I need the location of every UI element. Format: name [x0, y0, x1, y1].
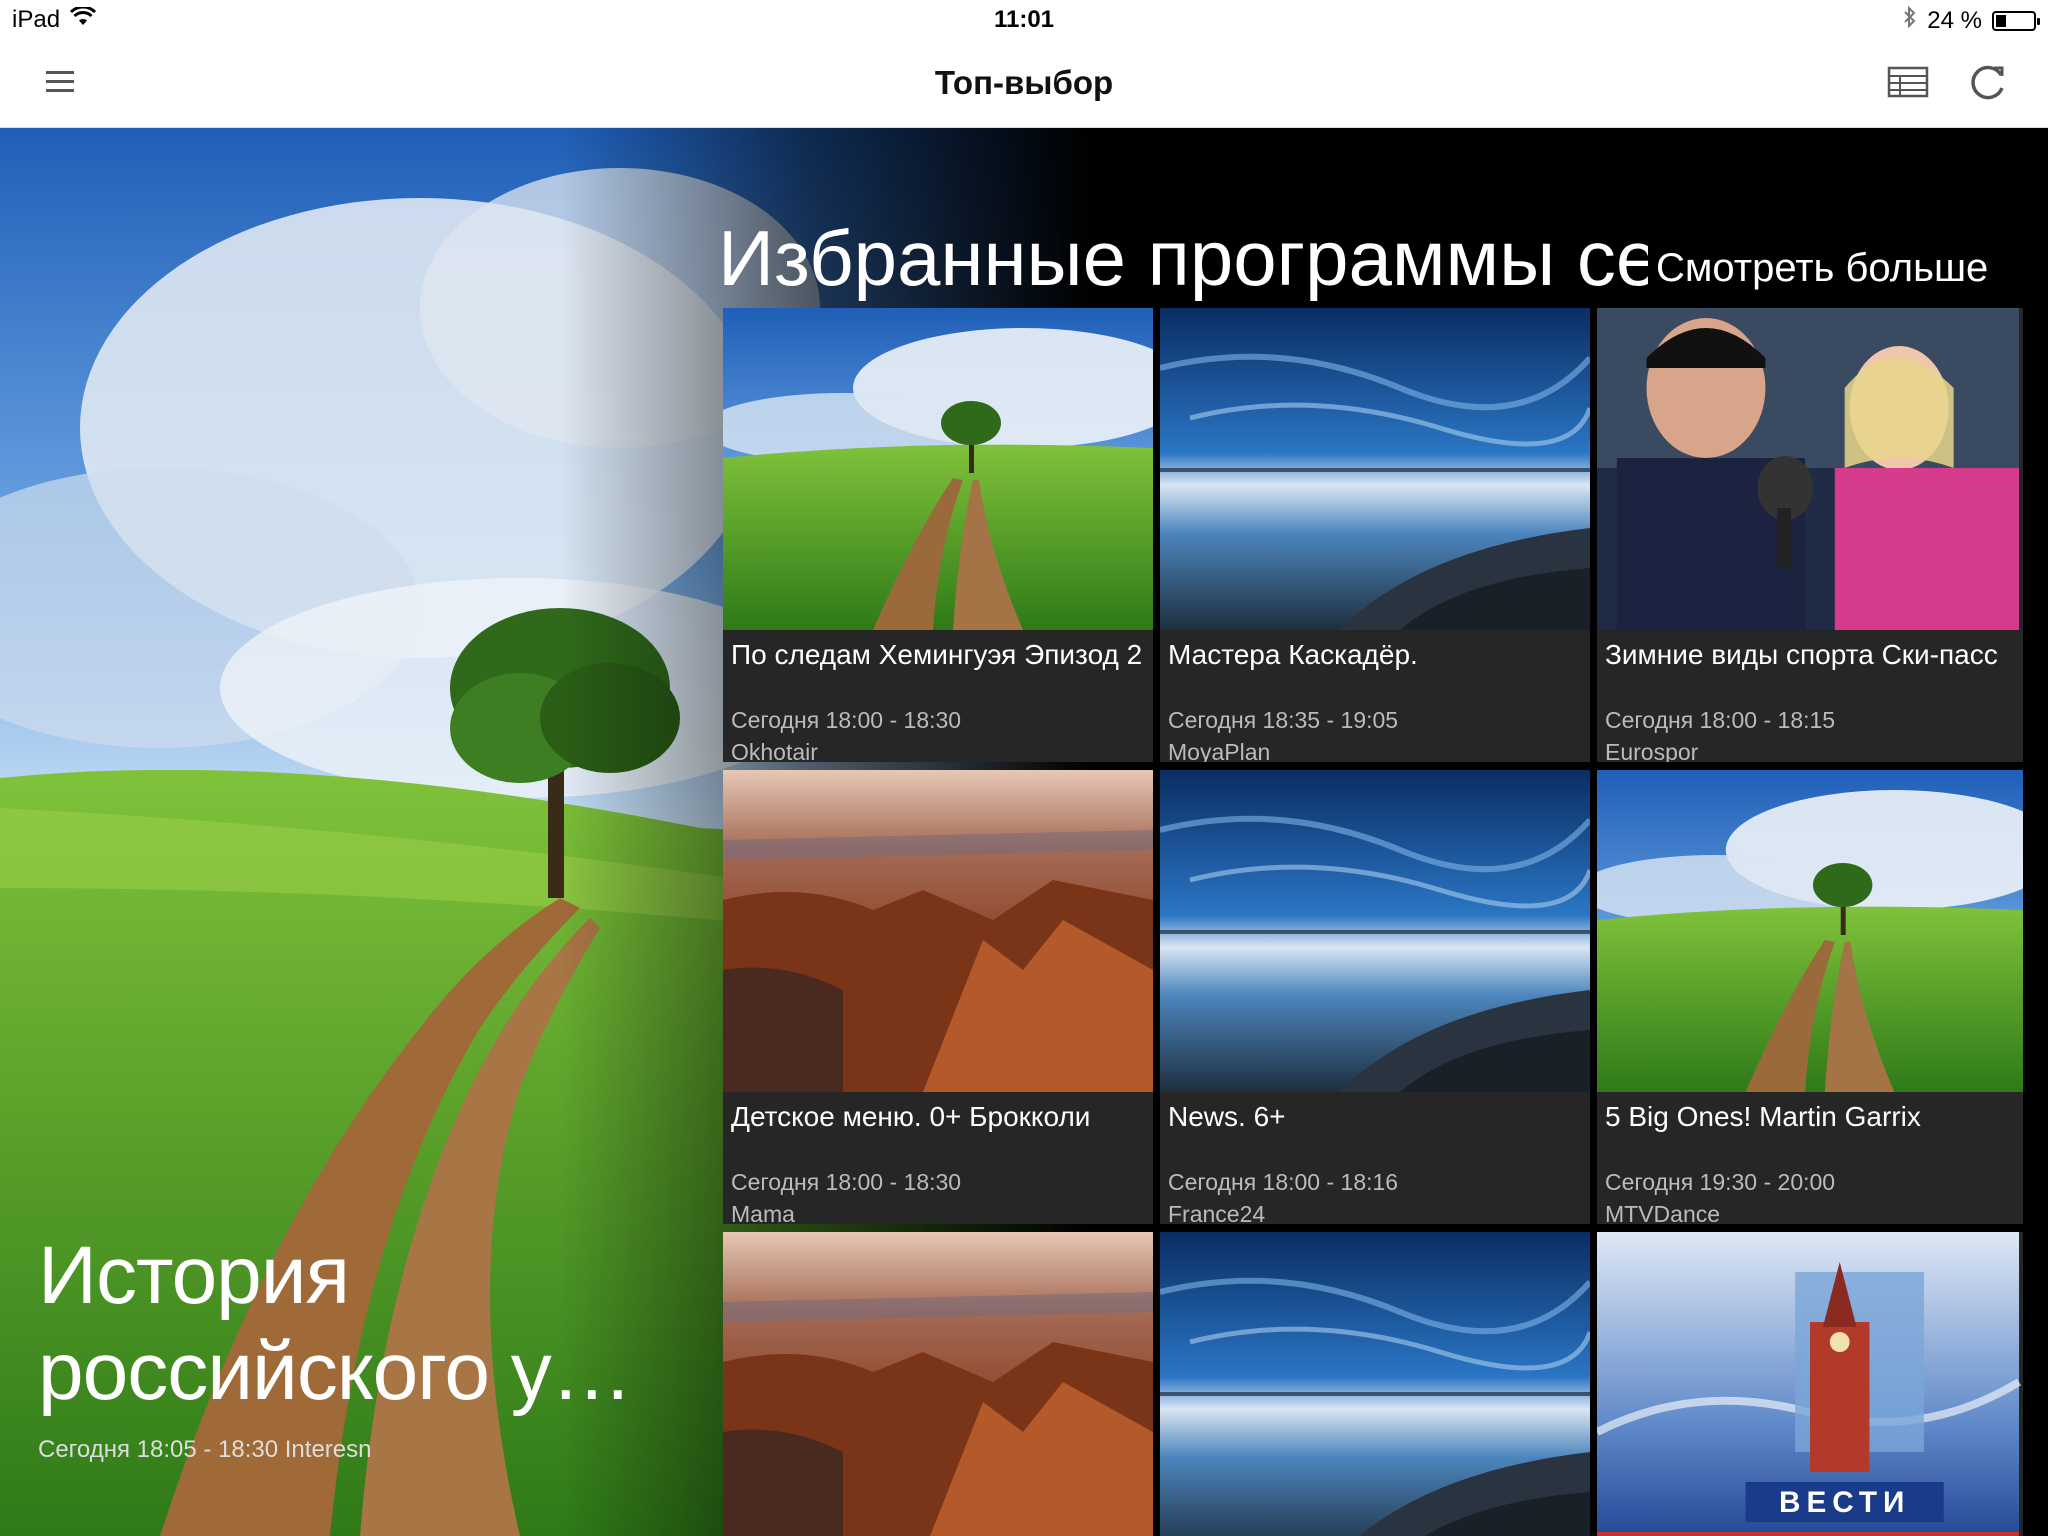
status-bar: iPad 11:01 24 % — [0, 0, 2048, 40]
program-card[interactable]: 5 Big Ones! Martin Garrix Сегодня 19:30 … — [1597, 770, 2023, 1224]
page-title: Топ-выбор — [934, 64, 1114, 101]
program-thumbnail — [1160, 770, 1590, 1092]
program-card[interactable]: Мастера Каскадёр. Сегодня 18:35 - 19:05 … — [1160, 308, 1590, 762]
list-view-button[interactable] — [1880, 60, 1936, 108]
program-meta: News. 6+ Сегодня 18:00 - 18:16 France24 — [1160, 1092, 1590, 1224]
program-title: Зимние виды спорта Ски-пасс — [1605, 639, 1998, 670]
program-card[interactable] — [1160, 1232, 1590, 1536]
status-time: 11:01 — [993, 6, 1055, 33]
program-channel: Mama — [731, 1201, 795, 1224]
program-card[interactable]: По следам Хемингуэя Эпизод 2 Сегодня 18:… — [723, 308, 1153, 762]
program-meta: Мастера Каскадёр. Сегодня 18:35 - 19:05 … — [1160, 630, 1590, 762]
program-thumbnail: ВЕСТИ — [1597, 1232, 2022, 1536]
program-time: Сегодня 18:00 - 18:30 — [731, 707, 962, 733]
program-grid: По следам Хемингуэя Эпизод 2 Сегодня 18:… — [723, 308, 2025, 1536]
program-time: Сегодня 18:00 - 18:15 — [1605, 707, 1836, 733]
section-title: Избранные программы сегодня — [718, 214, 1648, 302]
program-channel: MoyaPlan — [1168, 739, 1271, 762]
program-time: Сегодня 18:00 - 18:16 — [1168, 1169, 1399, 1195]
program-thumbnail — [1597, 308, 2020, 630]
program-channel: Okhotair — [731, 739, 818, 762]
program-meta: По следам Хемингуэя Эпизод 2 Сегодня 18:… — [723, 630, 1153, 762]
program-card[interactable]: Зимние виды спорта Ски-пасс Сегодня 18:0… — [1597, 308, 2023, 762]
program-meta: Зимние виды спорта Ски-пасс Сегодня 18:0… — [1597, 630, 2023, 762]
program-card[interactable] — [723, 1232, 1153, 1536]
hero-subtitle: Сегодня 18:05 - 18:30 Interesn — [38, 1436, 372, 1463]
program-card[interactable]: News. 6+ Сегодня 18:00 - 18:16 France24 — [1160, 770, 1590, 1224]
program-card[interactable]: Детское меню. 0+ Брокколи Сегодня 18:00 … — [723, 770, 1153, 1224]
program-title: По следам Хемингуэя Эпизод 2 — [731, 639, 1143, 670]
hero-title: История российского у… — [38, 1230, 633, 1417]
program-meta: Детское меню. 0+ Брокколи Сегодня 18:00 … — [723, 1092, 1153, 1224]
program-title: Детское меню. 0+ Брокколи — [731, 1101, 1091, 1132]
program-time: Сегодня 18:35 - 19:05 — [1168, 707, 1399, 733]
program-thumbnail — [723, 770, 1153, 1092]
program-time: Сегодня 18:00 - 18:30 — [731, 1169, 962, 1195]
program-thumbnail — [1597, 770, 2023, 1092]
program-thumbnail — [723, 308, 1153, 630]
program-title: News. 6+ — [1168, 1101, 1286, 1132]
program-channel: Eurospor — [1605, 739, 1699, 762]
bluetooth-icon — [1903, 5, 1917, 35]
program-time: Сегодня 19:30 - 20:00 — [1605, 1169, 1836, 1195]
list-view-icon — [1887, 66, 1929, 103]
program-meta: 5 Big Ones! Martin Garrix Сегодня 19:30 … — [1597, 1092, 2023, 1224]
program-thumbnail — [1160, 308, 1590, 630]
program-title: 5 Big Ones! Martin Garrix — [1605, 1101, 1921, 1132]
hero-info: История российского у… Сегодня 18:05 - 1… — [38, 1228, 698, 1464]
hero-banner[interactable]: Избранные программы сегодня Смотреть бол… — [0, 128, 2048, 1536]
refresh-icon — [1968, 62, 2008, 107]
battery-percent: 24 % — [1927, 6, 1982, 34]
program-thumbnail — [1160, 1232, 1590, 1536]
svg-text:ВЕСТИ: ВЕСТИ — [1779, 1486, 1910, 1519]
see-more-link[interactable]: Смотреть больше — [1656, 246, 1988, 291]
navigation-bar: Топ-выбор — [0, 40, 2048, 128]
program-thumbnail — [723, 1232, 1153, 1536]
program-title: Мастера Каскадёр. — [1168, 639, 1418, 670]
battery-icon — [1992, 10, 2040, 31]
refresh-button[interactable] — [1960, 60, 2016, 108]
program-channel: France24 — [1168, 1201, 1266, 1224]
program-channel: MTVDance — [1605, 1201, 1721, 1224]
program-card[interactable]: ВЕСТИ — [1597, 1232, 2023, 1536]
